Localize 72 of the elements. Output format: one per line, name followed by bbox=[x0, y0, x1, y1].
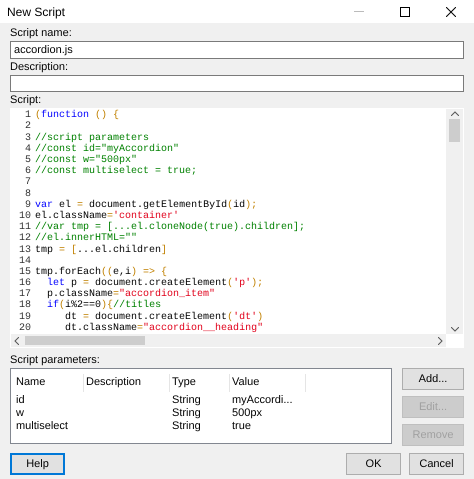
code-line: el.className='container' bbox=[35, 210, 180, 222]
line-number: 14 bbox=[18, 256, 32, 267]
line-number: 11 bbox=[18, 222, 32, 234]
scroll-down-icon[interactable] bbox=[450, 327, 458, 332]
vertical-scrollbar[interactable] bbox=[446, 109, 463, 334]
input-field[interactable]: accordion.js bbox=[10, 41, 464, 59]
scrollbar-thumb[interactable] bbox=[449, 119, 460, 142]
column-header[interactable]: Value bbox=[230, 374, 306, 392]
scroll-up-icon[interactable] bbox=[450, 111, 458, 116]
window-title: New Script bbox=[7, 4, 66, 18]
column-header[interactable]: Name bbox=[14, 374, 84, 392]
code-line: //el.innerHTML="" bbox=[35, 233, 138, 244]
code-line: //script parameters bbox=[35, 132, 150, 144]
line-number: 18 bbox=[18, 300, 32, 312]
line-number: 17 bbox=[18, 289, 32, 300]
field-label: Script name: bbox=[10, 26, 73, 40]
line-number: 19 bbox=[18, 312, 32, 323]
code-line: //const multiselect = true; bbox=[35, 166, 198, 178]
field-label: Description: bbox=[10, 60, 70, 74]
code-line: p.className="accordion_item" bbox=[46, 289, 216, 300]
code-line: tmp = [...el.children] bbox=[35, 244, 168, 256]
code-line: //const id="myAccordion" bbox=[35, 144, 180, 155]
code-line: (function () { bbox=[35, 110, 120, 122]
code-editor[interactable] bbox=[10, 108, 464, 348]
column-header[interactable]: Type bbox=[170, 374, 230, 392]
table-cell-text: multiselect bbox=[15, 420, 69, 432]
minimize-icon bbox=[354, 11, 364, 12]
code-line: dt = document.createElement('dt') bbox=[64, 312, 264, 323]
cancel-button[interactable]: Cancel bbox=[409, 453, 464, 475]
line-number: 8 bbox=[24, 188, 32, 200]
code-line: //const w="500px" bbox=[35, 155, 138, 166]
table-cell-text: String bbox=[171, 406, 202, 418]
help-button[interactable]: Help bbox=[10, 453, 65, 475]
maximize-icon bbox=[400, 6, 410, 16]
table-cell-text: true bbox=[231, 420, 252, 432]
code-line: let p = document.createElement('p'); bbox=[46, 278, 264, 290]
line-number: 1 bbox=[24, 110, 32, 122]
column-header[interactable]: Description bbox=[84, 374, 170, 392]
line-number: 6 bbox=[24, 166, 32, 178]
ok-button[interactable]: OK bbox=[346, 453, 401, 475]
line-number: 10 bbox=[18, 210, 32, 222]
code-line: //var tmp = [...el.cloneNode(true).children]; bbox=[35, 222, 306, 234]
line-number: 13 bbox=[18, 244, 32, 256]
line-number: 5 bbox=[24, 155, 32, 166]
action-button[interactable]: Add... bbox=[402, 368, 464, 390]
input-field[interactable] bbox=[10, 74, 464, 92]
section-label: Script parameters: bbox=[10, 353, 101, 367]
table-cell-text: w bbox=[15, 406, 25, 418]
close-icon bbox=[446, 6, 456, 16]
field-label: Script: bbox=[10, 93, 42, 108]
line-number: 16 bbox=[18, 278, 32, 290]
line-number: 2 bbox=[24, 121, 32, 133]
line-number: 4 bbox=[24, 144, 32, 155]
line-number: 3 bbox=[24, 132, 32, 144]
scrollbar-thumb[interactable] bbox=[25, 336, 145, 345]
table-cell-text: 500px bbox=[231, 406, 263, 418]
table-cell-text: id bbox=[15, 394, 26, 406]
line-number: 9 bbox=[24, 200, 32, 211]
scroll-left-icon[interactable] bbox=[14, 336, 19, 344]
code-line: tmp.forEach((e,i) => { bbox=[35, 266, 168, 278]
line-number: 20 bbox=[18, 322, 32, 334]
table-cell-text: String bbox=[171, 420, 202, 432]
line-number: 7 bbox=[24, 177, 32, 189]
line-number: 12 bbox=[18, 233, 32, 245]
code-line: if(i%2==0){//titles bbox=[46, 300, 162, 312]
line-number: 15 bbox=[18, 266, 32, 278]
horizontal-scrollbar[interactable] bbox=[11, 334, 446, 347]
code-line: var el = document.getElementById(id); bbox=[35, 200, 258, 211]
scroll-right-icon[interactable] bbox=[438, 336, 443, 344]
code-line: dt.className="accordion__heading" bbox=[64, 322, 264, 334]
table-cell-text: myAccordi... bbox=[231, 394, 294, 406]
table-cell-text: String bbox=[171, 394, 202, 406]
